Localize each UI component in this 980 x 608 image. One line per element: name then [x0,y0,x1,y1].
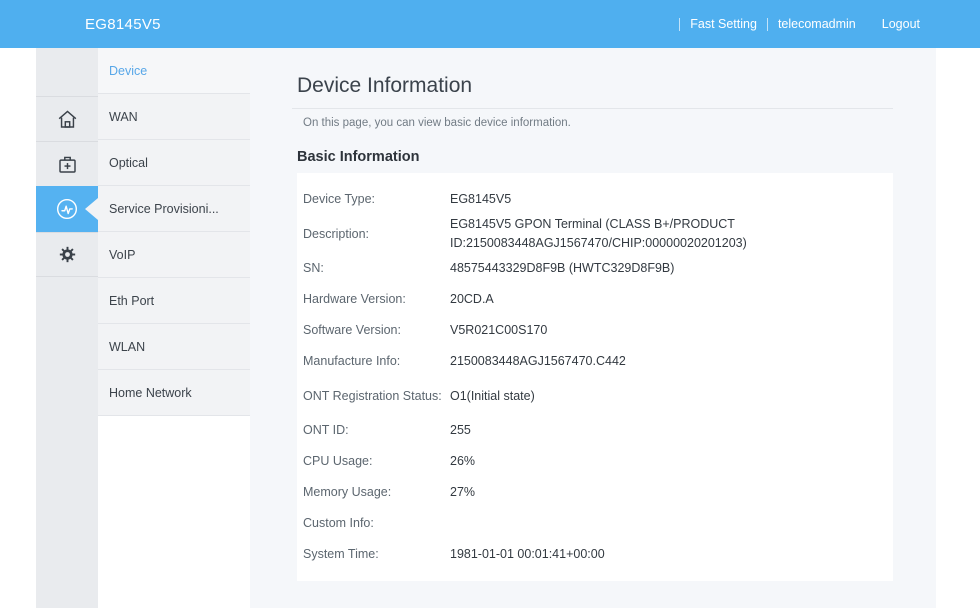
row-value: EG8145V5 [450,190,511,209]
info-row-manufacture-info: Manufacture Info: 2150083448AGJ1567470.C… [297,346,893,377]
row-label: System Time: [297,545,450,564]
settings-gear-icon [56,243,79,266]
row-value: 2150083448AGJ1567470.C442 [450,352,626,371]
row-label: Custom Info: [297,514,450,533]
sidebar-item-home-network[interactable]: Home Network [98,370,250,416]
row-label: ONT Registration Status: [297,387,450,406]
row-value: 26% [450,452,475,471]
sidebar-item-voip[interactable]: VoIP [98,232,250,278]
info-row-ont-registration-status: ONT Registration Status: O1(Initial stat… [297,377,893,415]
row-label: Description: [297,225,450,244]
header-links: Fast Setting telecomadmin Logout [679,17,930,31]
section-title: Basic Information [297,148,936,166]
sidebar-item-wlan[interactable]: WLAN [98,324,250,370]
rail-item-service[interactable] [36,141,98,186]
service-box-icon [55,152,80,177]
row-value: 255 [450,421,471,440]
home-icon [55,107,80,132]
row-value: 20CD.A [450,290,494,309]
row-label: Memory Usage: [297,483,450,502]
info-row-memory-usage: Memory Usage: 27% [297,477,893,508]
row-label: Software Version: [297,321,450,340]
row-value: EG8145V5 GPON Terminal (CLASS B+/PRODUCT… [450,215,802,253]
info-row-description: Description: EG8145V5 GPON Terminal (CLA… [297,215,893,253]
info-row-device-type: Device Type: EG8145V5 [297,184,893,215]
device-model-title: EG8145V5 [85,16,161,33]
info-row-sn: SN: 48575443329D8F9B (HWTC329D8F9B) [297,253,893,284]
sidebar-menu-items: Device WAN Optical Service Provisioni...… [98,48,250,416]
sidebar-item-eth-port[interactable]: Eth Port [98,278,250,324]
row-value: O1(Initial state) [450,387,535,406]
sidebar-item-wan[interactable]: WAN [98,94,250,140]
row-label: Hardware Version: [297,290,450,309]
row-value: 48575443329D8F9B (HWTC329D8F9B) [450,259,674,278]
row-label: CPU Usage: [297,452,450,471]
rail-item-status[interactable] [36,186,98,232]
basic-information-card: Device Type: EG8145V5 Description: EG814… [297,173,893,581]
row-label: Device Type: [297,190,450,209]
logout-link[interactable]: Logout [872,17,930,31]
info-row-custom-info: Custom Info: [297,508,893,539]
row-value: V5R021C00S170 [450,321,547,340]
page-description: On this page, you can view basic device … [303,116,936,130]
info-row-cpu-usage: CPU Usage: 26% [297,446,893,477]
sidebar-item-service-provisioning[interactable]: Service Provisioni... [98,186,250,232]
rail-item-home[interactable] [36,96,98,141]
page-title: Device Information [297,73,936,99]
fast-setting-link[interactable]: Fast Setting [680,17,767,31]
sidebar-item-device[interactable]: Device [98,48,250,94]
row-label: SN: [297,259,450,278]
rail-item-settings[interactable] [36,232,98,277]
info-row-hardware-version: Hardware Version: 20CD.A [297,284,893,315]
main-content: Device Information On this page, you can… [250,48,936,608]
username-label: telecomadmin [768,17,866,31]
info-row-software-version: Software Version: V5R021C00S170 [297,315,893,346]
info-row-system-time: System Time: 1981-01-01 00:01:41+00:00 [297,539,893,570]
status-pulse-icon [54,196,80,222]
row-value: 1981-01-01 00:01:41+00:00 [450,545,605,564]
row-label: ONT ID: [297,421,450,440]
top-header: EG8145V5 Fast Setting telecomadmin Logou… [0,0,980,48]
rail-spacer [36,48,98,96]
title-divider [292,108,893,109]
sidebar-item-optical[interactable]: Optical [98,140,250,186]
sidebar-menu: Device WAN Optical Service Provisioni...… [98,48,250,608]
icon-rail [36,48,98,608]
row-value: 27% [450,483,475,502]
info-row-ont-id: ONT ID: 255 [297,415,893,446]
row-label: Manufacture Info: [297,352,450,371]
